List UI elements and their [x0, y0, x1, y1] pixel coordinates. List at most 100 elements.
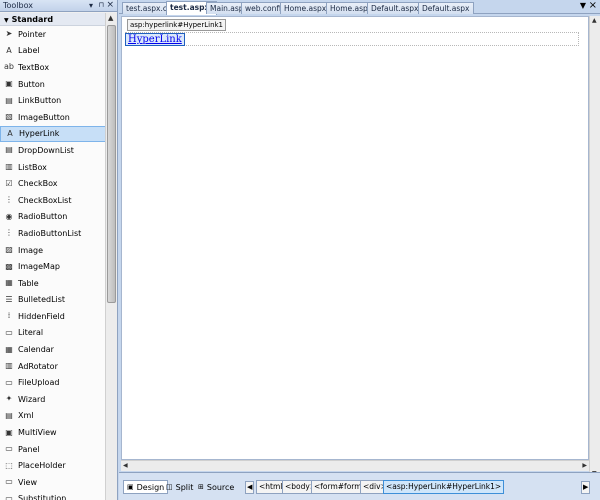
- radiobutton-icon: ◉: [5, 211, 13, 221]
- bulletedlist-icon: ☰: [5, 294, 13, 304]
- scroll-up-arrow-icon[interactable]: ▲: [108, 14, 113, 22]
- toolbox-item-calendar[interactable]: ▦ Calendar: [0, 341, 106, 358]
- toolbox-item-label: HyperLink: [19, 129, 60, 139]
- wizard-icon: ✦: [5, 394, 13, 404]
- form-div-outline[interactable]: [125, 32, 579, 46]
- toolbox-item-image[interactable]: ▨ Image: [0, 242, 106, 259]
- breadcrumb-back-icon[interactable]: ◀: [245, 481, 255, 494]
- toolbox-item-panel[interactable]: ▭ Panel: [0, 441, 106, 458]
- radiobuttonlist-icon: ⋮: [5, 228, 13, 238]
- design-view-button[interactable]: ▣ Design: [123, 480, 169, 494]
- hyperlink-control[interactable]: HyperLink: [125, 33, 185, 46]
- source-view-icon: ⊞: [198, 483, 204, 491]
- hiddenfield-icon: ⁞: [7, 311, 11, 321]
- panel-icon: ▭: [5, 444, 13, 454]
- toolbox-item-label: Button: [18, 79, 45, 89]
- toolbox-item-table[interactable]: ▦ Table: [0, 275, 106, 292]
- toolbox-item-substitution[interactable]: ▭ Substitution: [0, 491, 106, 500]
- toolbox-item-hiddenfield[interactable]: ⁞ HiddenField: [0, 308, 106, 325]
- toolbox-item-xml[interactable]: ▤ Xml: [0, 408, 106, 425]
- toolbox-item-imagebutton[interactable]: ▧ ImageButton: [0, 109, 106, 126]
- category-header-standard[interactable]: ▼ Standard: [0, 13, 106, 26]
- toolbox-item-literal[interactable]: ▭ Literal: [0, 325, 106, 342]
- listbox-icon: ▥: [5, 162, 13, 172]
- toolbox-item-label: Substitution: [18, 494, 67, 500]
- toolbox-item-label: AdRotator: [18, 361, 58, 371]
- toolbox-item-label: BulletedList: [18, 295, 66, 305]
- design-surface[interactable]: asp:hyperlink#HyperLink1 HyperLink: [121, 16, 589, 460]
- toolbox-items: ➤ Pointer A Label ab TextBox ▣ Button ▤ LinkButto…: [0, 26, 106, 500]
- scroll-up-arrow-icon[interactable]: ▲: [592, 17, 597, 24]
- toolbox-item-multiview[interactable]: ▣ MultiView: [0, 424, 106, 441]
- toolbox-scrollbar[interactable]: ▲: [105, 13, 117, 500]
- close-icon[interactable]: ×: [106, 0, 114, 11]
- toolbox-item-imagemap[interactable]: ▩ ImageMap: [0, 258, 106, 275]
- checkboxlist-icon: ⋮: [5, 195, 13, 205]
- toolbox-item-placeholder[interactable]: ⬚ PlaceHolder: [0, 457, 106, 474]
- imagebutton-icon: ▧: [5, 112, 13, 122]
- toolbox-item-label: Panel: [18, 444, 40, 454]
- toolbox-title: Toolbox: [3, 1, 33, 10]
- toolbox-item-label: Calendar: [18, 345, 54, 355]
- adrotator-icon: ▥: [5, 361, 13, 371]
- design-view-label: Design: [136, 482, 165, 492]
- toolbox-item-adrotator[interactable]: ▥ AdRotator: [0, 358, 106, 375]
- horizontal-scrollbar[interactable]: ◀ ▶: [121, 460, 589, 471]
- toolbox-item-hyperlink[interactable]: A HyperLink: [0, 125, 106, 143]
- toolbox-item-label: Image: [18, 245, 44, 255]
- toolbox-item-label: HiddenField: [18, 311, 65, 321]
- design-view-icon: ▣: [127, 483, 134, 491]
- toolbox-item-label: FileUpload: [18, 378, 60, 388]
- toolbox-item-label: ImageMap: [18, 262, 60, 272]
- scroll-left-arrow-icon[interactable]: ◀: [123, 462, 128, 469]
- toolbox-item-label: Table: [18, 278, 39, 288]
- toolbox-item-wizard[interactable]: ✦ Wizard: [0, 391, 106, 408]
- toolbox-item-listbox[interactable]: ▥ ListBox: [0, 159, 106, 176]
- view-mode-bar: ▣ Design ◫ Split ⊞ Source ◀ <html> <body> <fo…: [119, 472, 600, 500]
- toolbox-item-radiobutton[interactable]: ◉ RadioButton: [0, 209, 106, 226]
- collapse-arrow-icon: ▼: [4, 17, 9, 24]
- imagemap-icon: ▩: [5, 261, 13, 271]
- tab-list-dropdown-icon[interactable]: ▼: [580, 1, 586, 10]
- placeholder-icon: ⬚: [5, 460, 13, 470]
- toolbox-item-button[interactable]: ▣ Button: [0, 76, 106, 93]
- breadcrumb-item[interactable]: <asp:HyperLink#HyperLink1>: [383, 480, 505, 494]
- substitution-icon: ▭: [5, 493, 13, 500]
- multiview-icon: ▣: [5, 427, 13, 437]
- split-view-button[interactable]: ◫ Split: [163, 480, 196, 494]
- document-tab-strip: test.aspx.cs* test.aspx* Main.aspx web.conf…: [119, 0, 600, 15]
- scrollbar-thumb[interactable]: [107, 25, 116, 303]
- tab-default-aspx[interactable]: Default.aspx: [418, 2, 474, 14]
- checkbox-icon: ☑: [5, 178, 13, 188]
- linkbutton-icon: ▤: [5, 95, 13, 105]
- toolbox-item-label: PlaceHolder: [18, 461, 66, 471]
- toolbox-item-label: MultiView: [18, 428, 57, 438]
- scroll-right-arrow-icon[interactable]: ▶: [582, 462, 587, 469]
- toolbox-item-pointer[interactable]: ➤ Pointer: [0, 26, 106, 43]
- vertical-scrollbar[interactable]: ▲ ▼: [589, 16, 600, 478]
- toolbox-item-radiobuttonlist[interactable]: ⋮ RadioButtonList: [0, 225, 106, 242]
- toolbox-item-textbox[interactable]: ab TextBox: [0, 59, 106, 76]
- toolbox-item-linkbutton[interactable]: ▤ LinkButton: [0, 92, 106, 109]
- close-document-icon[interactable]: ×: [589, 0, 597, 11]
- dropdownlist-icon: ▤: [5, 145, 13, 155]
- auto-hide-pin-icon[interactable]: ⊓: [99, 0, 104, 11]
- toolbox-item-label: Label: [18, 46, 40, 56]
- toolbox-item-checkbox[interactable]: ☑ CheckBox: [0, 175, 106, 192]
- toolbox-item-bulletedlist[interactable]: ☰ BulletedList: [0, 292, 106, 309]
- toolbox-item-label: RadioButtonList: [18, 228, 82, 238]
- source-view-button[interactable]: ⊞ Source: [195, 480, 237, 494]
- toolbox-item-label: TextBox: [18, 62, 50, 72]
- toolbox-item-label: Wizard: [18, 394, 46, 404]
- split-view-label: Split: [175, 482, 194, 492]
- toolbox-item-checkboxlist[interactable]: ⋮ CheckBoxList: [0, 192, 106, 209]
- literal-icon: ▭: [5, 327, 13, 337]
- toolbox-item-label[interactable]: A Label: [0, 43, 106, 60]
- toolbox-item-fileupload[interactable]: ▭ FileUpload: [0, 374, 106, 391]
- toolbox-item-label: DropDownList: [18, 145, 74, 155]
- toolbox-item-label: LinkButton: [18, 96, 62, 106]
- toolbox-item-dropdownlist[interactable]: ▤ DropDownList: [0, 142, 106, 159]
- window-position-icon[interactable]: ▾: [89, 0, 93, 11]
- toolbox-item-view[interactable]: ▭ View: [0, 474, 106, 491]
- breadcrumb-forward-icon[interactable]: ▶: [581, 481, 591, 494]
